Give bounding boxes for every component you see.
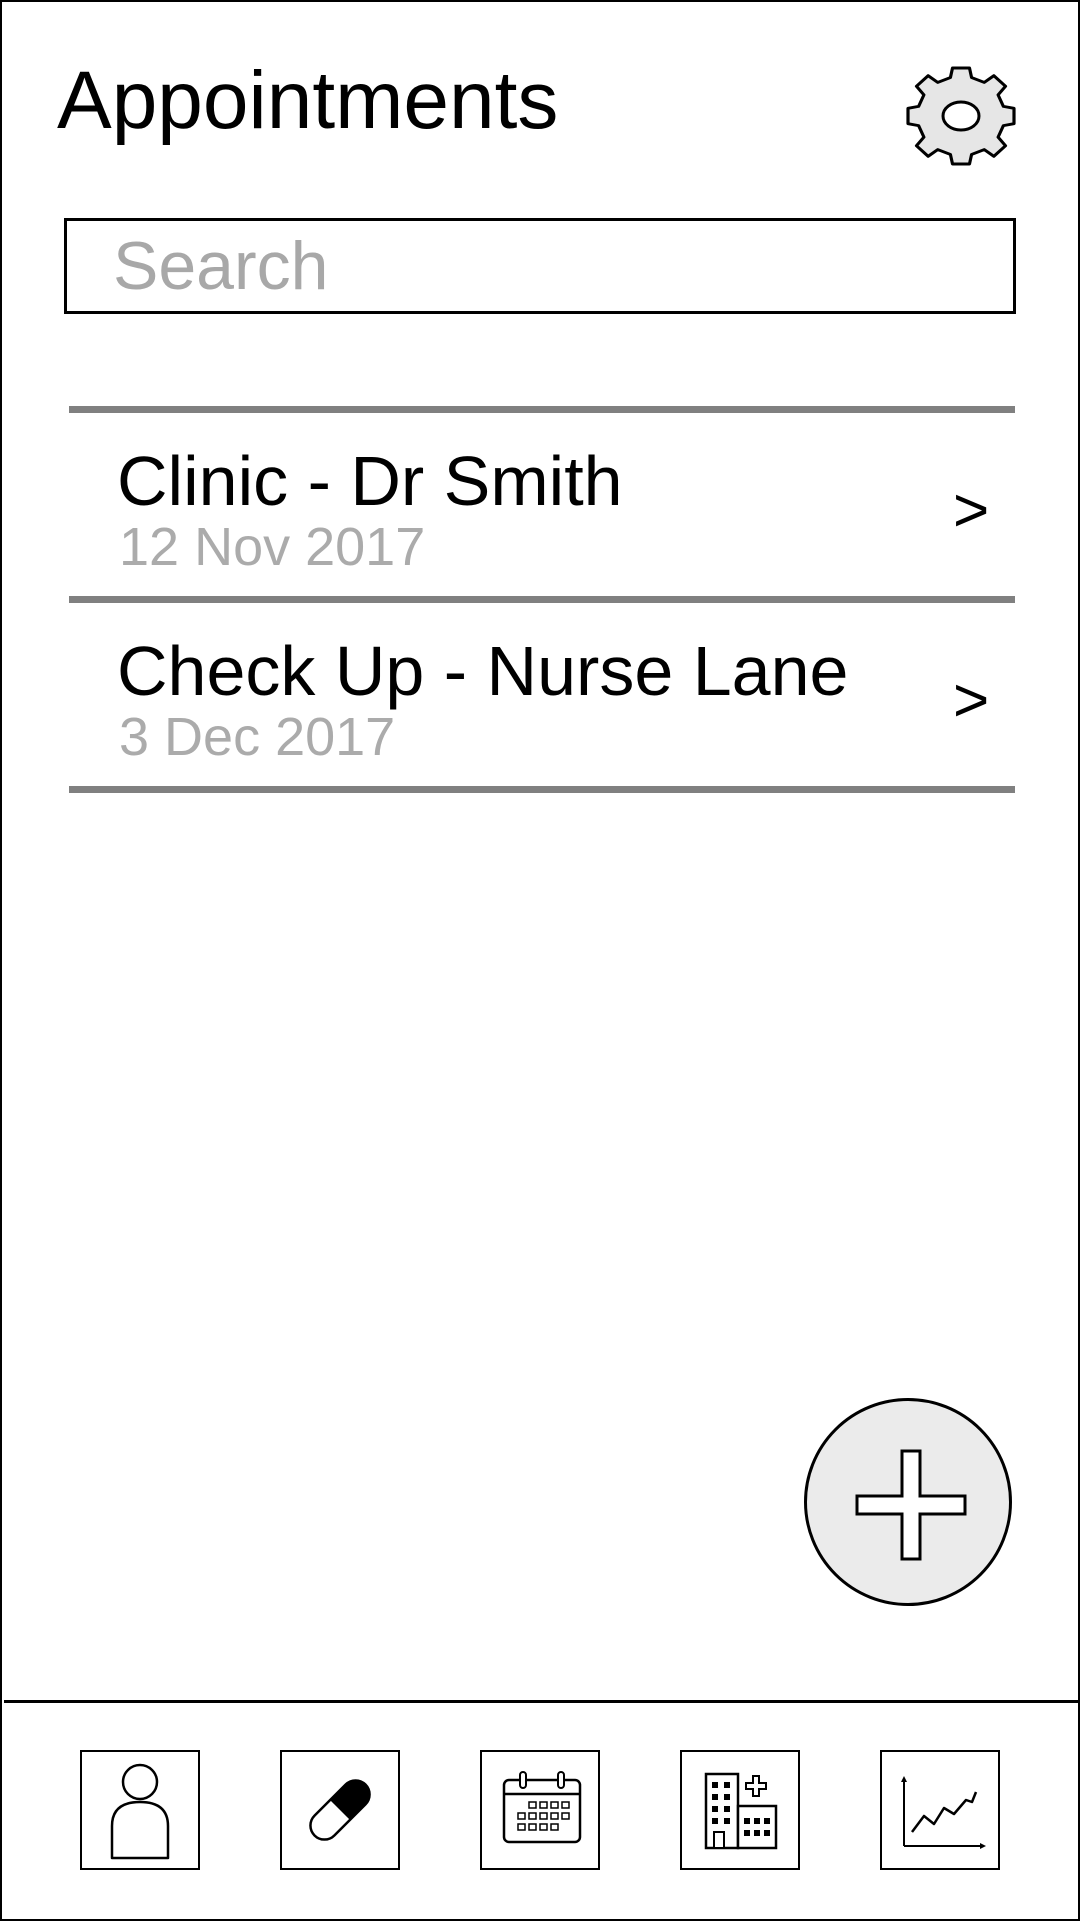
appointment-date: 12 Nov 2017 <box>119 517 426 577</box>
list-divider <box>69 406 1015 413</box>
appointment-date: 3 Dec 2017 <box>119 707 396 767</box>
chevron-right-icon: > <box>953 666 990 735</box>
nav-profile-button[interactable] <box>80 1750 200 1870</box>
search-field[interactable] <box>64 218 1016 314</box>
nav-charts-button[interactable] <box>880 1750 1000 1870</box>
person-icon <box>110 1763 170 1860</box>
calendar-icon <box>502 1771 582 1844</box>
nav-hospital-button[interactable] <box>680 1750 800 1870</box>
appointment-name: Check Up - Nurse Lane <box>117 632 849 710</box>
bottom-nav-divider <box>4 1700 1080 1703</box>
chevron-right-icon: > <box>953 476 990 545</box>
hospital-icon <box>704 1772 778 1850</box>
app-frame: Appointments Clinic - Dr Smith 12 Nov 20… <box>0 0 1080 1921</box>
add-appointment-button[interactable] <box>804 1398 1012 1606</box>
search-input[interactable] <box>67 221 1013 311</box>
gear-icon <box>906 66 1016 166</box>
pill-icon <box>309 1779 371 1841</box>
appointment-row[interactable]: Check Up - Nurse Lane 3 Dec 2017 > <box>69 604 1015 782</box>
chart-icon <box>901 1776 986 1849</box>
list-divider <box>69 786 1015 793</box>
nav-medication-button[interactable] <box>280 1750 400 1870</box>
appointment-row[interactable]: Clinic - Dr Smith 12 Nov 2017 > <box>69 414 1015 592</box>
nav-appointments-button[interactable] <box>480 1750 600 1870</box>
settings-button[interactable] <box>902 62 1020 170</box>
plus-icon <box>855 1449 967 1561</box>
page-title: Appointments <box>57 55 559 146</box>
appointment-name: Clinic - Dr Smith <box>117 442 623 520</box>
list-divider <box>69 596 1015 603</box>
